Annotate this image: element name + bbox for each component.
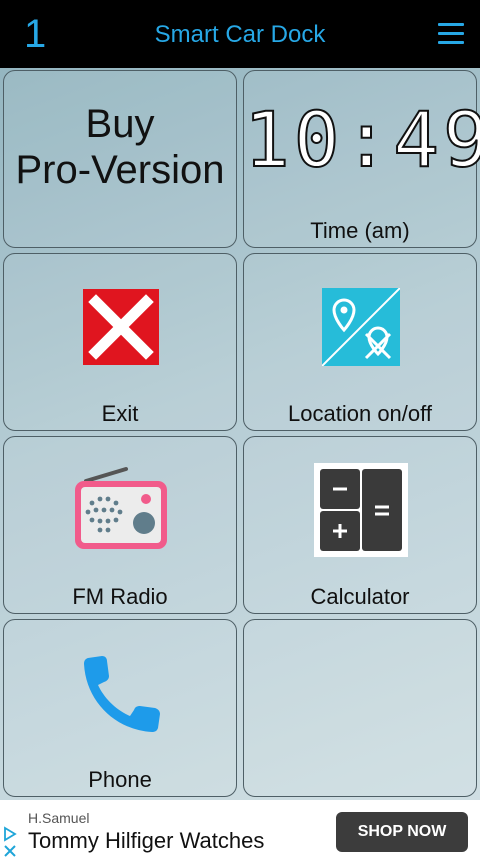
fm-radio-label: FM Radio (72, 584, 168, 609)
adchoices-icon[interactable] (2, 826, 18, 842)
exit-tile[interactable]: Exit (3, 253, 237, 431)
app-bar: 1 Smart Car Dock (0, 0, 480, 68)
clock-display: 10:49 (243, 95, 480, 184)
buy-pro-tile[interactable]: Buy Pro-Version (3, 70, 237, 248)
calculator-tile[interactable]: Calculator (243, 436, 477, 614)
time-label: Time (am) (310, 218, 410, 243)
app-title: Smart Car Dock (154, 21, 326, 48)
tile-grid: Buy Pro-Version 10:49 Time (am) Exit Loc… (0, 68, 480, 800)
exit-label: Exit (101, 401, 139, 426)
empty-tile[interactable] (243, 619, 477, 797)
ad-banner[interactable]: H.Samuel Tommy Hilfiger Watches SHOP NOW (0, 800, 480, 866)
buy-pro-label: Buy Pro-Version (15, 102, 225, 192)
phone-tile[interactable]: Phone (3, 619, 237, 797)
phone-label: Phone (88, 767, 152, 792)
calculator-icon (314, 463, 408, 557)
location-tile[interactable]: Location on/off (243, 253, 477, 431)
menu-icon[interactable] (438, 23, 464, 45)
ad-headline[interactable]: Tommy Hilfiger Watches (28, 828, 264, 854)
ad-advertiser: H.Samuel (28, 810, 90, 826)
radio-icon (75, 467, 167, 549)
ad-close-icon[interactable] (3, 844, 17, 858)
location-toggle-icon (322, 288, 400, 366)
close-x-icon (83, 289, 159, 365)
fm-radio-tile[interactable]: FM Radio (3, 436, 237, 614)
phone-icon (84, 656, 160, 732)
calculator-label: Calculator (310, 584, 410, 609)
location-label: Location on/off (288, 401, 432, 426)
shop-now-button[interactable]: SHOP NOW (336, 812, 468, 852)
time-tile[interactable]: 10:49 Time (am) (243, 70, 480, 248)
